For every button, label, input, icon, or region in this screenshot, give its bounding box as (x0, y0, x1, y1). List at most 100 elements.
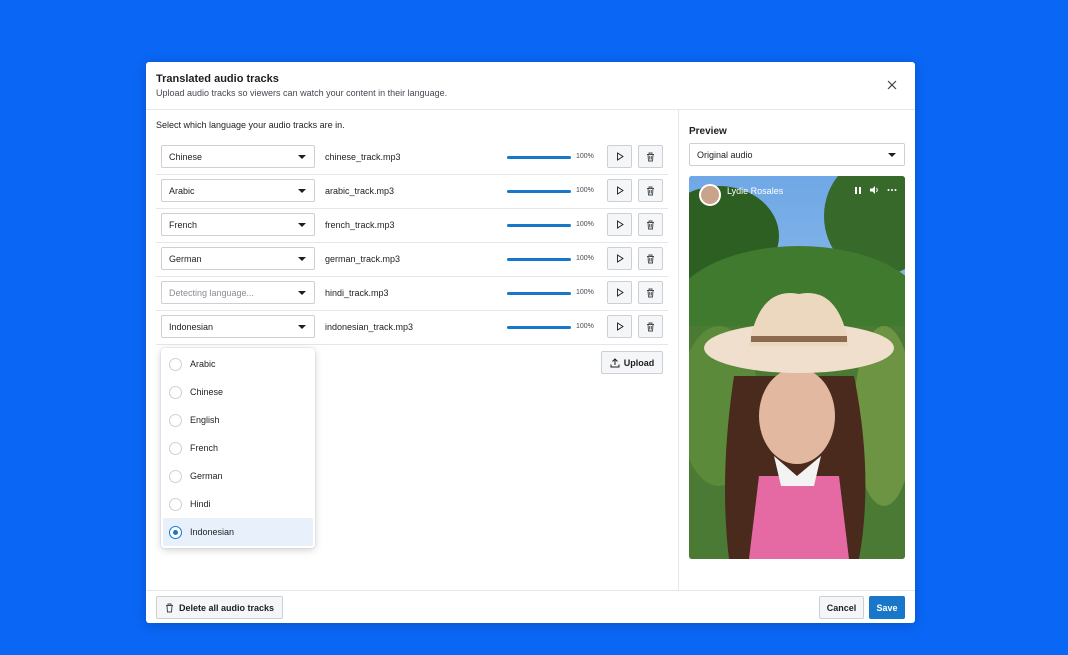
radio-button[interactable] (169, 525, 182, 539)
radio-button[interactable] (169, 385, 182, 399)
radio-button[interactable] (169, 413, 182, 427)
translated-audio-modal: Translated audio tracks Upload audio tra… (146, 62, 915, 623)
language-select-value: Chinese (169, 152, 203, 162)
chevron-down-icon (298, 155, 306, 159)
play-icon (616, 152, 624, 161)
language-select-value: Arabic (169, 186, 195, 196)
close-button[interactable] (883, 76, 901, 94)
avatar (699, 184, 721, 206)
play-button[interactable] (607, 145, 632, 168)
upload-progress-fill (507, 326, 571, 329)
upload-progress-fill (507, 156, 571, 159)
instruction-text: Select which language your audio tracks … (156, 120, 345, 130)
language-option[interactable]: Arabic (163, 350, 313, 378)
language-option[interactable]: German (163, 462, 313, 490)
language-select[interactable]: Arabic (161, 179, 315, 202)
upload-progress-bar (507, 326, 571, 329)
language-option-label: Indonesian (190, 527, 235, 537)
radio-button[interactable] (169, 357, 182, 371)
track-file-name: french_track.mp3 (325, 220, 395, 230)
pause-icon[interactable] (854, 186, 862, 195)
cancel-button[interactable]: Cancel (819, 596, 864, 619)
radio-button[interactable] (169, 497, 182, 511)
play-button[interactable] (607, 281, 632, 304)
chevron-down-icon (298, 291, 306, 295)
delete-track-button[interactable] (638, 281, 663, 304)
delete-track-button[interactable] (638, 145, 663, 168)
play-icon (616, 186, 624, 195)
track-row: Detecting language... hindi_track.mp3 10… (156, 277, 668, 311)
radio-button[interactable] (169, 469, 182, 483)
chevron-down-icon (298, 325, 306, 329)
play-icon (616, 288, 624, 297)
upload-progress-fill (507, 258, 571, 261)
close-icon (887, 80, 897, 90)
upload-button[interactable]: Upload (601, 351, 663, 374)
upload-label: Upload (623, 357, 655, 368)
language-option[interactable]: Hindi (163, 490, 313, 518)
trash-icon (647, 254, 654, 263)
modal-footer: Delete all audio tracks Cancel Save (146, 590, 915, 623)
trash-icon (647, 186, 654, 195)
delete-track-button[interactable] (638, 213, 663, 236)
language-option-label: Arabic (190, 359, 216, 369)
language-select[interactable]: French (161, 213, 315, 236)
play-button[interactable] (607, 315, 632, 338)
play-button[interactable] (607, 179, 632, 202)
more-icon[interactable] (887, 188, 897, 192)
language-option-label: French (190, 443, 219, 453)
language-select[interactable]: German (161, 247, 315, 270)
language-option[interactable]: Chinese (163, 378, 313, 406)
play-icon (616, 220, 624, 229)
modal-subtitle: Upload audio tracks so viewers can watch… (156, 88, 448, 98)
delete-track-button[interactable] (638, 179, 663, 202)
track-file-name: indonesian_track.mp3 (325, 322, 414, 332)
chevron-down-icon (298, 223, 306, 227)
delete-track-button[interactable] (638, 247, 663, 270)
upload-progress-text: 100% (576, 153, 594, 160)
chevron-down-icon (888, 153, 896, 157)
trash-icon (647, 220, 654, 229)
language-option[interactable]: Indonesian (163, 518, 313, 546)
track-row: Chinese chinese_track.mp3 100% (156, 141, 668, 175)
play-button[interactable] (607, 213, 632, 236)
language-option-label: Chinese (190, 387, 224, 397)
track-file-name: german_track.mp3 (325, 254, 401, 264)
modal-title: Translated audio tracks (156, 73, 279, 85)
save-button[interactable]: Save (869, 596, 905, 619)
preview-title: Preview (689, 126, 727, 137)
language-option-label: English (190, 415, 220, 425)
upload-progress-bar (507, 224, 571, 227)
video-controls (854, 185, 897, 195)
language-option[interactable]: English (163, 406, 313, 434)
volume-icon[interactable] (869, 185, 880, 195)
upload-progress-text: 100% (576, 187, 594, 194)
language-select[interactable]: Chinese (161, 145, 315, 168)
play-icon (616, 254, 624, 263)
trash-icon (647, 322, 654, 331)
upload-progress-bar (507, 292, 571, 295)
track-row: Arabic arabic_track.mp3 100% (156, 175, 668, 209)
delete-track-button[interactable] (638, 315, 663, 338)
video-preview[interactable]: Lydie Rosales (689, 176, 905, 559)
trash-icon (647, 288, 654, 297)
track-file-name: chinese_track.mp3 (325, 152, 401, 162)
language-select-value: French (169, 220, 198, 230)
language-select[interactable]: Indonesian (161, 315, 315, 338)
preview-audio-select[interactable]: Original audio (689, 143, 905, 166)
trash-icon (647, 152, 654, 161)
language-select[interactable]: Detecting language... (161, 281, 315, 304)
delete-all-button[interactable]: Delete all audio tracks (156, 596, 284, 619)
language-option[interactable]: French (163, 434, 313, 462)
video-author-name: Lydie Rosales (727, 186, 784, 196)
play-button[interactable] (607, 247, 632, 270)
language-dropdown-menu: Arabic Chinese English French German Hin… (161, 348, 315, 548)
tracks-pane: Select which language your audio tracks … (146, 110, 678, 590)
preview-pane: Preview Original audio Lydie Rosales (678, 110, 915, 590)
upload-progress-text: 100% (576, 323, 594, 330)
language-select-value: Indonesian (169, 322, 214, 332)
upload-progress-text: 100% (576, 221, 594, 228)
radio-button[interactable] (169, 441, 182, 455)
upload-progress-fill (507, 190, 571, 193)
language-option-label: Hindi (190, 499, 211, 509)
